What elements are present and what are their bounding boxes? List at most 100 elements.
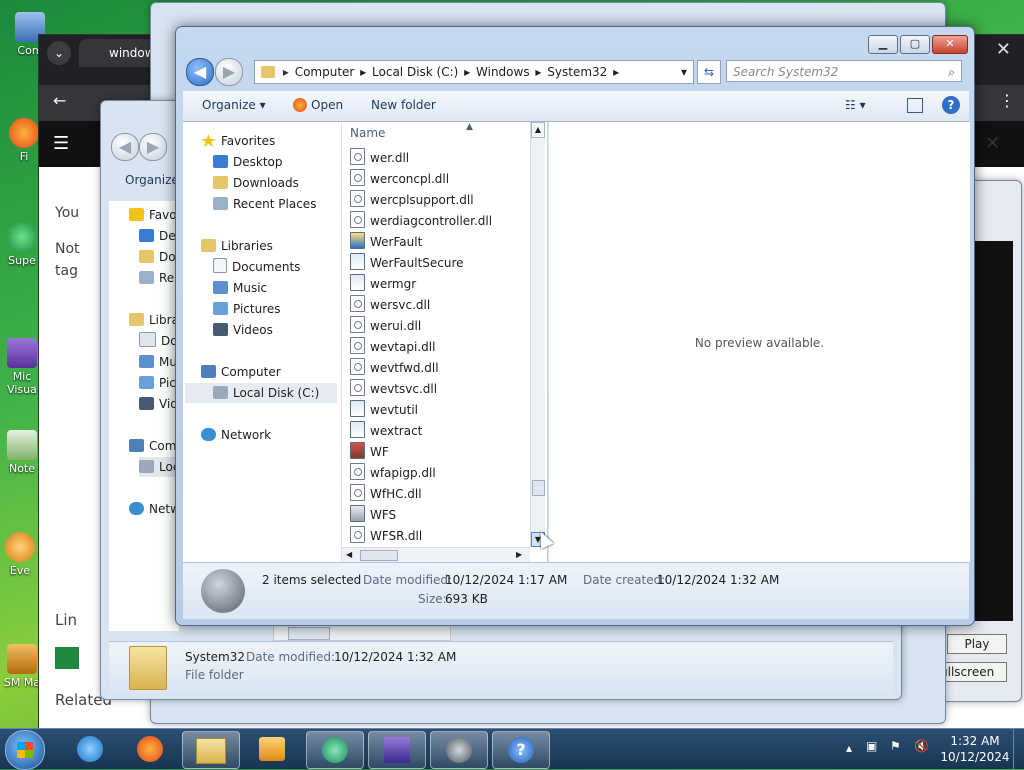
help-icon[interactable]: ? <box>942 96 960 114</box>
list-item[interactable]: wermgr <box>350 274 416 295</box>
taskbar-disk-tool[interactable] <box>430 731 488 769</box>
list-item[interactable]: wfapigp.dll <box>350 463 436 484</box>
horizontal-scrollbar[interactable] <box>273 625 451 641</box>
nav-local-disk[interactable]: Local Disk (C:) <box>185 383 337 403</box>
list-item[interactable]: werdiagcontroller.dll <box>350 211 492 232</box>
nav-pictures[interactable]: Pictures <box>213 299 281 319</box>
nav-recent-places[interactable]: Recent Places <box>213 194 316 214</box>
list-item[interactable]: WFS <box>350 505 396 526</box>
minimize-button[interactable]: ▁ <box>868 35 898 54</box>
nav-music[interactable]: Music <box>213 278 267 298</box>
nav-local-disk[interactable]: Loc <box>139 457 179 477</box>
nav-downloads[interactable]: Downloads <box>213 173 299 193</box>
forward-button[interactable]: ▶ <box>215 58 243 86</box>
breadcrumb-windows[interactable]: Windows <box>474 61 532 83</box>
nav-computer[interactable]: Com <box>129 436 176 456</box>
close-icon[interactable]: ✕ <box>996 39 1011 60</box>
breadcrumb-system32[interactable]: System32 <box>545 61 609 83</box>
column-header-name[interactable]: Name ▲ <box>342 122 530 144</box>
list-item[interactable]: WerFaultSecure <box>350 253 464 274</box>
organize-menu[interactable]: Organize ▾ <box>202 98 266 112</box>
refresh-button[interactable]: ⇆ <box>697 60 721 84</box>
network-tray-icon[interactable]: ▣ <box>866 739 877 753</box>
vertical-scrollbar[interactable]: ▲ ▼ <box>530 122 545 547</box>
desktop-icon-notepad[interactable]: Note <box>2 430 42 475</box>
desktop-icon-supe[interactable]: Supe <box>2 222 42 267</box>
organize-menu[interactable]: Organize <box>125 173 179 187</box>
taskbar-internet-explorer[interactable] <box>62 731 118 767</box>
nav-documents[interactable]: Do <box>139 331 178 351</box>
scroll-left-arrow[interactable]: ◀ <box>346 548 352 562</box>
close-button[interactable]: ✕ <box>932 35 968 54</box>
nav-computer[interactable]: Computer <box>201 362 281 382</box>
nav-videos[interactable]: Vid <box>139 394 178 414</box>
list-item[interactable]: wersvc.dll <box>350 295 430 316</box>
scroll-right-arrow[interactable]: ▶ <box>516 548 522 562</box>
list-item[interactable]: werui.dll <box>350 316 421 337</box>
show-desktop-button[interactable] <box>1013 729 1024 769</box>
list-item[interactable]: WF <box>350 442 389 463</box>
play-button[interactable]: Play <box>947 634 1007 654</box>
list-item[interactable]: wextract <box>350 421 422 442</box>
desktop-icon-sm[interactable]: SM Ma <box>2 644 42 689</box>
dialog-close-icon[interactable]: ✕ <box>985 133 1000 154</box>
taskbar-firefox[interactable] <box>122 731 178 767</box>
list-item[interactable]: WerFault <box>350 232 422 253</box>
forward-button[interactable]: ▶ <box>139 133 167 161</box>
scroll-thumb[interactable] <box>532 480 545 496</box>
nav-network[interactable]: Netw <box>129 499 180 519</box>
nav-favorites[interactable]: Favo <box>129 205 177 225</box>
breadcrumb-computer[interactable]: Computer <box>293 61 357 83</box>
maximize-button[interactable]: ▢ <box>900 35 930 54</box>
list-item[interactable]: wevtutil <box>350 400 418 421</box>
tab-list-button[interactable]: ⌄ <box>47 41 71 65</box>
nav-network[interactable]: Network <box>201 425 271 445</box>
taskbar-media-player[interactable] <box>244 731 300 767</box>
menu-icon[interactable]: ☰ <box>53 133 69 154</box>
list-item[interactable]: wevtapi.dll <box>350 337 435 358</box>
volume-muted-icon[interactable]: 🔇 <box>914 739 929 753</box>
address-dropdown-icon[interactable]: ▾ <box>681 61 687 83</box>
nav-desktop[interactable]: Desktop <box>213 152 283 172</box>
action-center-icon[interactable]: ⚑ <box>890 739 901 753</box>
desktop-icon-everything[interactable]: Eve <box>0 532 40 577</box>
list-item[interactable]: wer.dll <box>350 148 409 169</box>
taskbar-browser[interactable] <box>306 731 364 769</box>
address-bar[interactable]: ▸ Computer ▸ Local Disk (C:) ▸ Windows ▸… <box>254 60 694 84</box>
taskbar-visual-studio[interactable] <box>368 731 426 769</box>
taskbar-explorer[interactable] <box>182 731 240 769</box>
nav-libraries[interactable]: Libraries <box>201 236 273 256</box>
list-item[interactable]: wevtsvc.dll <box>350 379 437 400</box>
nav-music[interactable]: Mu <box>139 352 177 372</box>
desktop-icon-visual-studio[interactable]: Mic Visua <box>2 338 42 396</box>
nav-libraries[interactable]: Libra <box>129 310 179 330</box>
more-icon[interactable]: ⋮ <box>999 91 1015 110</box>
breadcrumb-local-disk[interactable]: Local Disk (C:) <box>370 61 460 83</box>
nav-documents[interactable]: Documents <box>213 257 300 277</box>
start-button[interactable] <box>5 730 45 770</box>
open-button[interactable]: Open <box>293 98 343 112</box>
search-input[interactable]: Search System32 ⌕ <box>726 60 962 82</box>
scroll-thumb[interactable] <box>288 627 330 640</box>
horizontal-scrollbar[interactable]: ◀ ▶ <box>342 547 530 562</box>
nav-downloads[interactable]: Do <box>139 247 176 267</box>
back-button[interactable]: ◀ <box>111 133 139 161</box>
back-button[interactable]: ◀ <box>186 58 214 86</box>
list-item[interactable]: werconcpl.dll <box>350 169 449 190</box>
clock[interactable]: 1:32 AM 10/12/2024 <box>940 733 1010 765</box>
back-icon[interactable]: ← <box>53 91 66 110</box>
nav-videos[interactable]: Videos <box>213 320 273 340</box>
view-options-icon[interactable]: ☷ ▾ <box>845 98 866 112</box>
list-item[interactable]: WFSR.dll <box>350 526 422 547</box>
nav-favorites[interactable]: Favorites <box>201 131 275 151</box>
show-hidden-icons-icon[interactable]: ▴ <box>846 741 852 755</box>
new-folder-button[interactable]: New folder <box>371 98 436 112</box>
nav-recent[interactable]: Re <box>139 268 174 288</box>
scroll-thumb[interactable] <box>360 550 398 561</box>
list-item[interactable]: wercplsupport.dll <box>350 190 474 211</box>
preview-pane-icon[interactable] <box>907 98 923 113</box>
scroll-up-arrow[interactable]: ▲ <box>531 122 545 138</box>
taskbar-help[interactable]: ? <box>492 731 550 769</box>
nav-pictures[interactable]: Pic <box>139 373 176 393</box>
list-item[interactable]: WfHC.dll <box>350 484 422 505</box>
